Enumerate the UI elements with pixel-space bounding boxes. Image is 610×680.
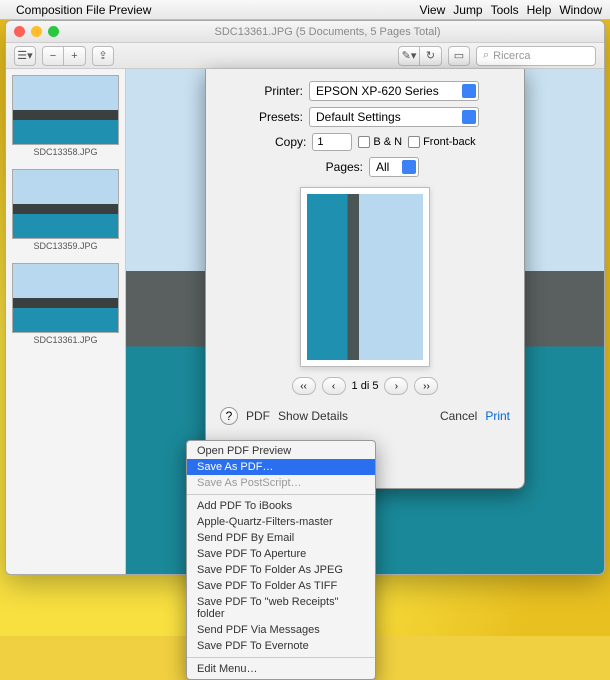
prev-page-button[interactable]: ‹ [322, 377, 346, 395]
menu-jump[interactable]: Jump [453, 3, 482, 17]
system-menubar: Composition File Preview View Jump Tools… [0, 0, 610, 20]
copy-label: Copy: [254, 135, 306, 149]
preview-image [307, 194, 423, 360]
help-button[interactable]: ? [220, 407, 238, 425]
menu-window[interactable]: Window [559, 3, 602, 17]
print-preview [300, 187, 430, 367]
pdf-dropdown-menu: Open PDF Preview Save As PDF… Save As Po… [186, 440, 376, 680]
thumbnail-label: SDC13358.JPG [12, 147, 119, 157]
thumbnail-item[interactable]: SDC13359.JPG [12, 169, 119, 251]
first-page-button[interactable]: ‹‹ [292, 377, 316, 395]
zoom-in-button[interactable]: + [64, 46, 86, 66]
thumbnail-item[interactable]: SDC13358.JPG [12, 75, 119, 157]
maximize-icon[interactable] [48, 26, 59, 37]
menu-save-as-postscript: Save As PostScript… [187, 475, 375, 491]
pages-select[interactable]: All [369, 157, 419, 177]
menu-add-pdf-ibooks[interactable]: Add PDF To iBooks [187, 498, 375, 514]
pdf-dropdown-button[interactable]: PDF [246, 409, 270, 423]
zoom-out-button[interactable]: − [42, 46, 64, 66]
rotate-button[interactable]: ↻ [420, 46, 442, 66]
bn-checkbox[interactable]: B & N [358, 136, 402, 148]
markup-button[interactable]: ✎▾ [398, 46, 420, 66]
presets-label: Presets: [251, 110, 303, 124]
edit-toolbar-button[interactable]: ▭ [448, 46, 470, 66]
printer-select[interactable]: EPSON XP-620 Series [309, 81, 479, 101]
close-icon[interactable] [14, 26, 25, 37]
thumbnail-image [12, 263, 119, 333]
menu-save-pdf-jpeg[interactable]: Save PDF To Folder As JPEG [187, 562, 375, 578]
window-title: SDC13361.JPG (5 Documents, 5 Pages Total… [59, 26, 596, 38]
print-button[interactable]: Print [485, 409, 510, 423]
menu-tools[interactable]: Tools [491, 3, 519, 17]
pages-label: Pages: [311, 160, 363, 174]
menu-save-pdf-receipts[interactable]: Save PDF To "web Receipts" folder [187, 594, 375, 622]
menu-view[interactable]: View [419, 3, 445, 17]
thumbnail-label: SDC13359.JPG [12, 241, 119, 251]
print-dialog: Printer: EPSON XP-620 Series Presets: De… [205, 69, 525, 489]
menu-save-pdf-aperture[interactable]: Save PDF To Aperture [187, 546, 375, 562]
frontback-checkbox[interactable]: Front-back [408, 136, 476, 148]
search-input[interactable]: ⌕ Ricerca [476, 46, 596, 66]
last-page-button[interactable]: ›› [414, 377, 438, 395]
search-icon: ⌕ [483, 49, 489, 62]
show-details-button[interactable]: Show Details [278, 409, 348, 423]
thumbnail-item[interactable]: SDC13361.JPG [12, 263, 119, 345]
printer-label: Printer: [251, 84, 303, 98]
menu-save-pdf-tiff[interactable]: Save PDF To Folder As TIFF [187, 578, 375, 594]
copy-input[interactable]: 1 [312, 133, 352, 151]
share-button[interactable]: ⇪ [92, 46, 114, 66]
window-toolbar: ☰▾ − + ⇪ ✎▾ ↻ ▭ ⌕ Ricerca [6, 43, 604, 69]
thumbnail-label: SDC13361.JPG [12, 335, 119, 345]
app-menu[interactable]: Composition File Preview [16, 3, 151, 17]
thumbnail-sidebar[interactable]: SDC13358.JPG SDC13359.JPG SDC13361.JPG [6, 69, 126, 574]
menu-send-pdf-email[interactable]: Send PDF By Email [187, 530, 375, 546]
menu-open-pdf-preview[interactable]: Open PDF Preview [187, 443, 375, 459]
menu-save-as-pdf[interactable]: Save As PDF… [187, 459, 375, 475]
presets-select[interactable]: Default Settings [309, 107, 479, 127]
thumbnail-image [12, 75, 119, 145]
window-titlebar: SDC13361.JPG (5 Documents, 5 Pages Total… [6, 21, 604, 43]
menu-help[interactable]: Help [527, 3, 552, 17]
menu-edit-menu[interactable]: Edit Menu… [187, 661, 375, 677]
thumbnail-image [12, 169, 119, 239]
menu-save-pdf-evernote[interactable]: Save PDF To Evernote [187, 638, 375, 654]
sidebar-toggle-button[interactable]: ☰▾ [14, 46, 36, 66]
minimize-icon[interactable] [31, 26, 42, 37]
next-page-button[interactable]: › [384, 377, 408, 395]
menu-quartz-filters[interactable]: Apple-Quartz-Filters-master [187, 514, 375, 530]
pager-text: 1 di 5 [352, 380, 379, 392]
cancel-button[interactable]: Cancel [440, 409, 477, 423]
